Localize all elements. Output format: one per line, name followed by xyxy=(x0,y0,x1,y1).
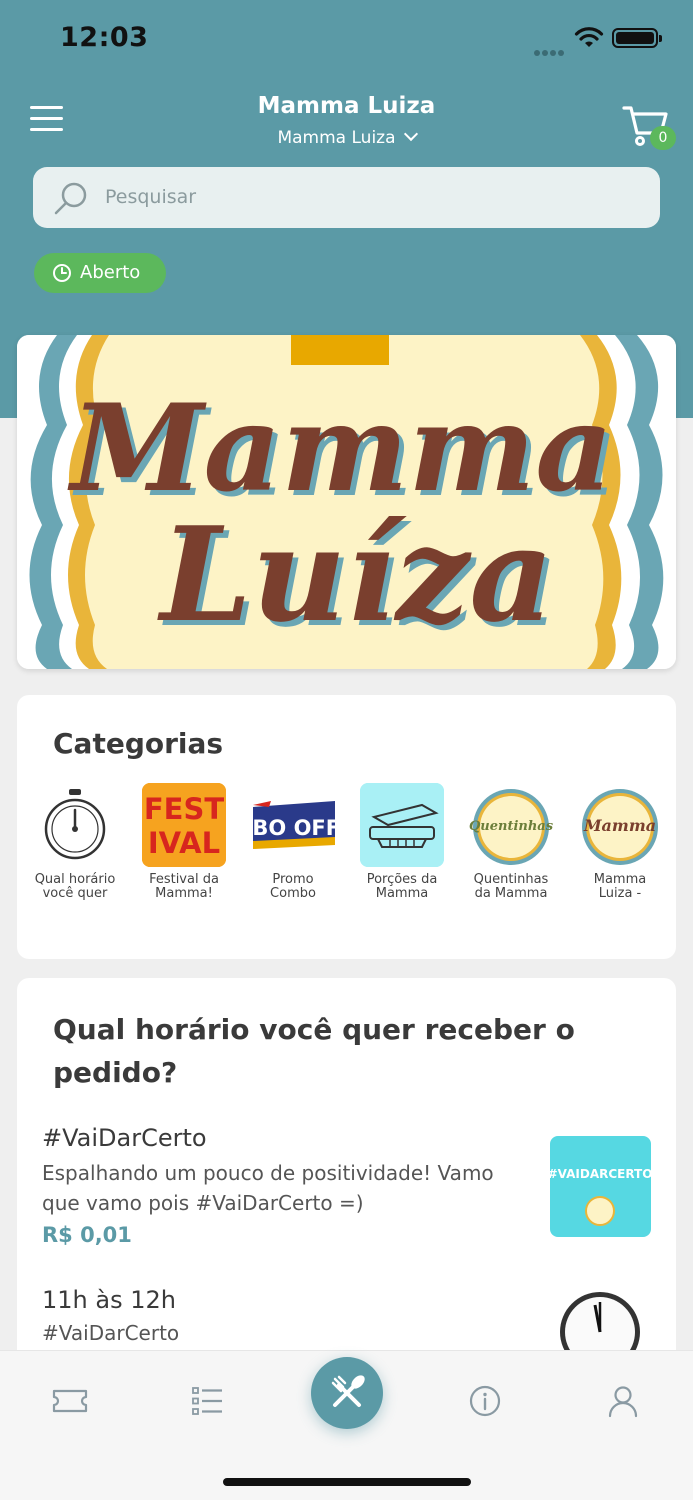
mamma-thumb-text: Mamma xyxy=(583,816,656,835)
category-label: Promo xyxy=(272,872,314,887)
app-title: Mamma Luiza xyxy=(257,93,436,119)
product-name: #VaiDarCerto xyxy=(42,1124,207,1152)
store-banner: Mamma Mamma Luíza Luíza xyxy=(17,335,676,669)
search-icon xyxy=(54,182,87,215)
open-status-badge: Aberto xyxy=(34,253,166,293)
status-bar: 12:03 xyxy=(0,0,693,80)
clock-icon xyxy=(33,783,117,867)
category-label: Porções da xyxy=(366,872,438,887)
battery-icon xyxy=(612,28,662,48)
category-label: Mamma xyxy=(593,872,647,887)
wifi-icon xyxy=(574,27,604,47)
category-label: Mamma xyxy=(375,886,429,901)
category-label: Combo xyxy=(270,886,316,901)
info-icon[interactable] xyxy=(465,1381,505,1421)
festival-thumb-text: FEST xyxy=(144,792,225,826)
cellular-signal-icon xyxy=(534,41,568,56)
category-label: Qual horário xyxy=(34,872,116,887)
menu-section-card: Qual horário você quer receber o pedido?… xyxy=(17,978,676,1391)
category-label: da Mamma xyxy=(474,886,548,901)
quentinhas-logo-icon: Quentinhas xyxy=(469,783,553,867)
product-description: #VaiDarCerto xyxy=(42,1321,180,1345)
category-label: Luiza - xyxy=(598,886,642,901)
categories-card: Categorias Qual horário você quer FEST IV… xyxy=(17,695,676,959)
banner-logo-line2: Luíza xyxy=(156,498,553,651)
product-price: R$ 0,01 xyxy=(42,1223,132,1247)
festival-thumb-text: IVAL xyxy=(148,826,220,860)
category-item-porcoes[interactable]: Porções da Mamma xyxy=(352,783,452,901)
ticket-icon[interactable] xyxy=(50,1381,90,1421)
user-icon[interactable] xyxy=(603,1381,643,1421)
product-image: #VAIDARCERTO xyxy=(550,1136,651,1237)
mamma-luiza-logo-icon: Mamma xyxy=(578,783,662,867)
list-icon[interactable] xyxy=(187,1381,227,1421)
category-label: você quer xyxy=(42,886,108,901)
store-name: Mamma Luiza xyxy=(277,128,396,148)
quentinhas-thumb-text: Quentinhas xyxy=(469,819,553,834)
product-name: 11h às 12h xyxy=(42,1286,176,1314)
status-time: 12:03 xyxy=(60,22,149,53)
product-description: Espalhando um pouco de positividade! Vam… xyxy=(42,1161,494,1215)
category-item-promo-combo[interactable]: MBO OFFE PromoCombo xyxy=(243,783,343,901)
combo-offer-icon: MBO OFFE xyxy=(251,783,335,867)
category-label: Festival da xyxy=(149,872,219,887)
search-bar[interactable] xyxy=(33,167,660,228)
mamma-luiza-logo: Mamma Mamma Luíza Luíza xyxy=(17,335,676,669)
clock-icon xyxy=(53,264,71,282)
category-label: Quentinhas xyxy=(473,872,549,887)
combo-thumb-text: MBO OFFE xyxy=(251,816,335,840)
categories-title: Categorias xyxy=(53,727,224,760)
open-status-label: Aberto xyxy=(80,262,141,283)
festival-icon: FEST IVAL xyxy=(142,783,226,867)
cart-count-badge: 0 xyxy=(650,126,676,150)
product-thumb-text: #VAIDARCERTO xyxy=(550,1167,651,1181)
store-selector[interactable]: Mamma Luiza xyxy=(0,126,693,148)
search-input[interactable] xyxy=(105,175,625,219)
category-item-quentinhas[interactable]: Quentinhas Quentinhas da Mamma xyxy=(461,783,561,901)
bottom-tab-bar xyxy=(0,1350,693,1500)
section-title: Qual horário você quer receber o pedido? xyxy=(53,1013,575,1089)
cutlery-icon xyxy=(331,1375,365,1407)
category-label: Mamma! xyxy=(155,886,213,901)
menu-tab-button[interactable] xyxy=(311,1357,383,1429)
chevron-down-icon xyxy=(403,126,418,142)
category-item-qual-horario[interactable]: Qual horário você quer xyxy=(25,783,125,901)
category-item-mamma-luiza[interactable]: Mamma Mamma Luiza - xyxy=(570,783,670,901)
home-indicator xyxy=(223,1478,471,1486)
food-container-icon xyxy=(360,783,444,867)
category-item-festival[interactable]: FEST IVAL Festival da Mamma! xyxy=(134,783,234,901)
